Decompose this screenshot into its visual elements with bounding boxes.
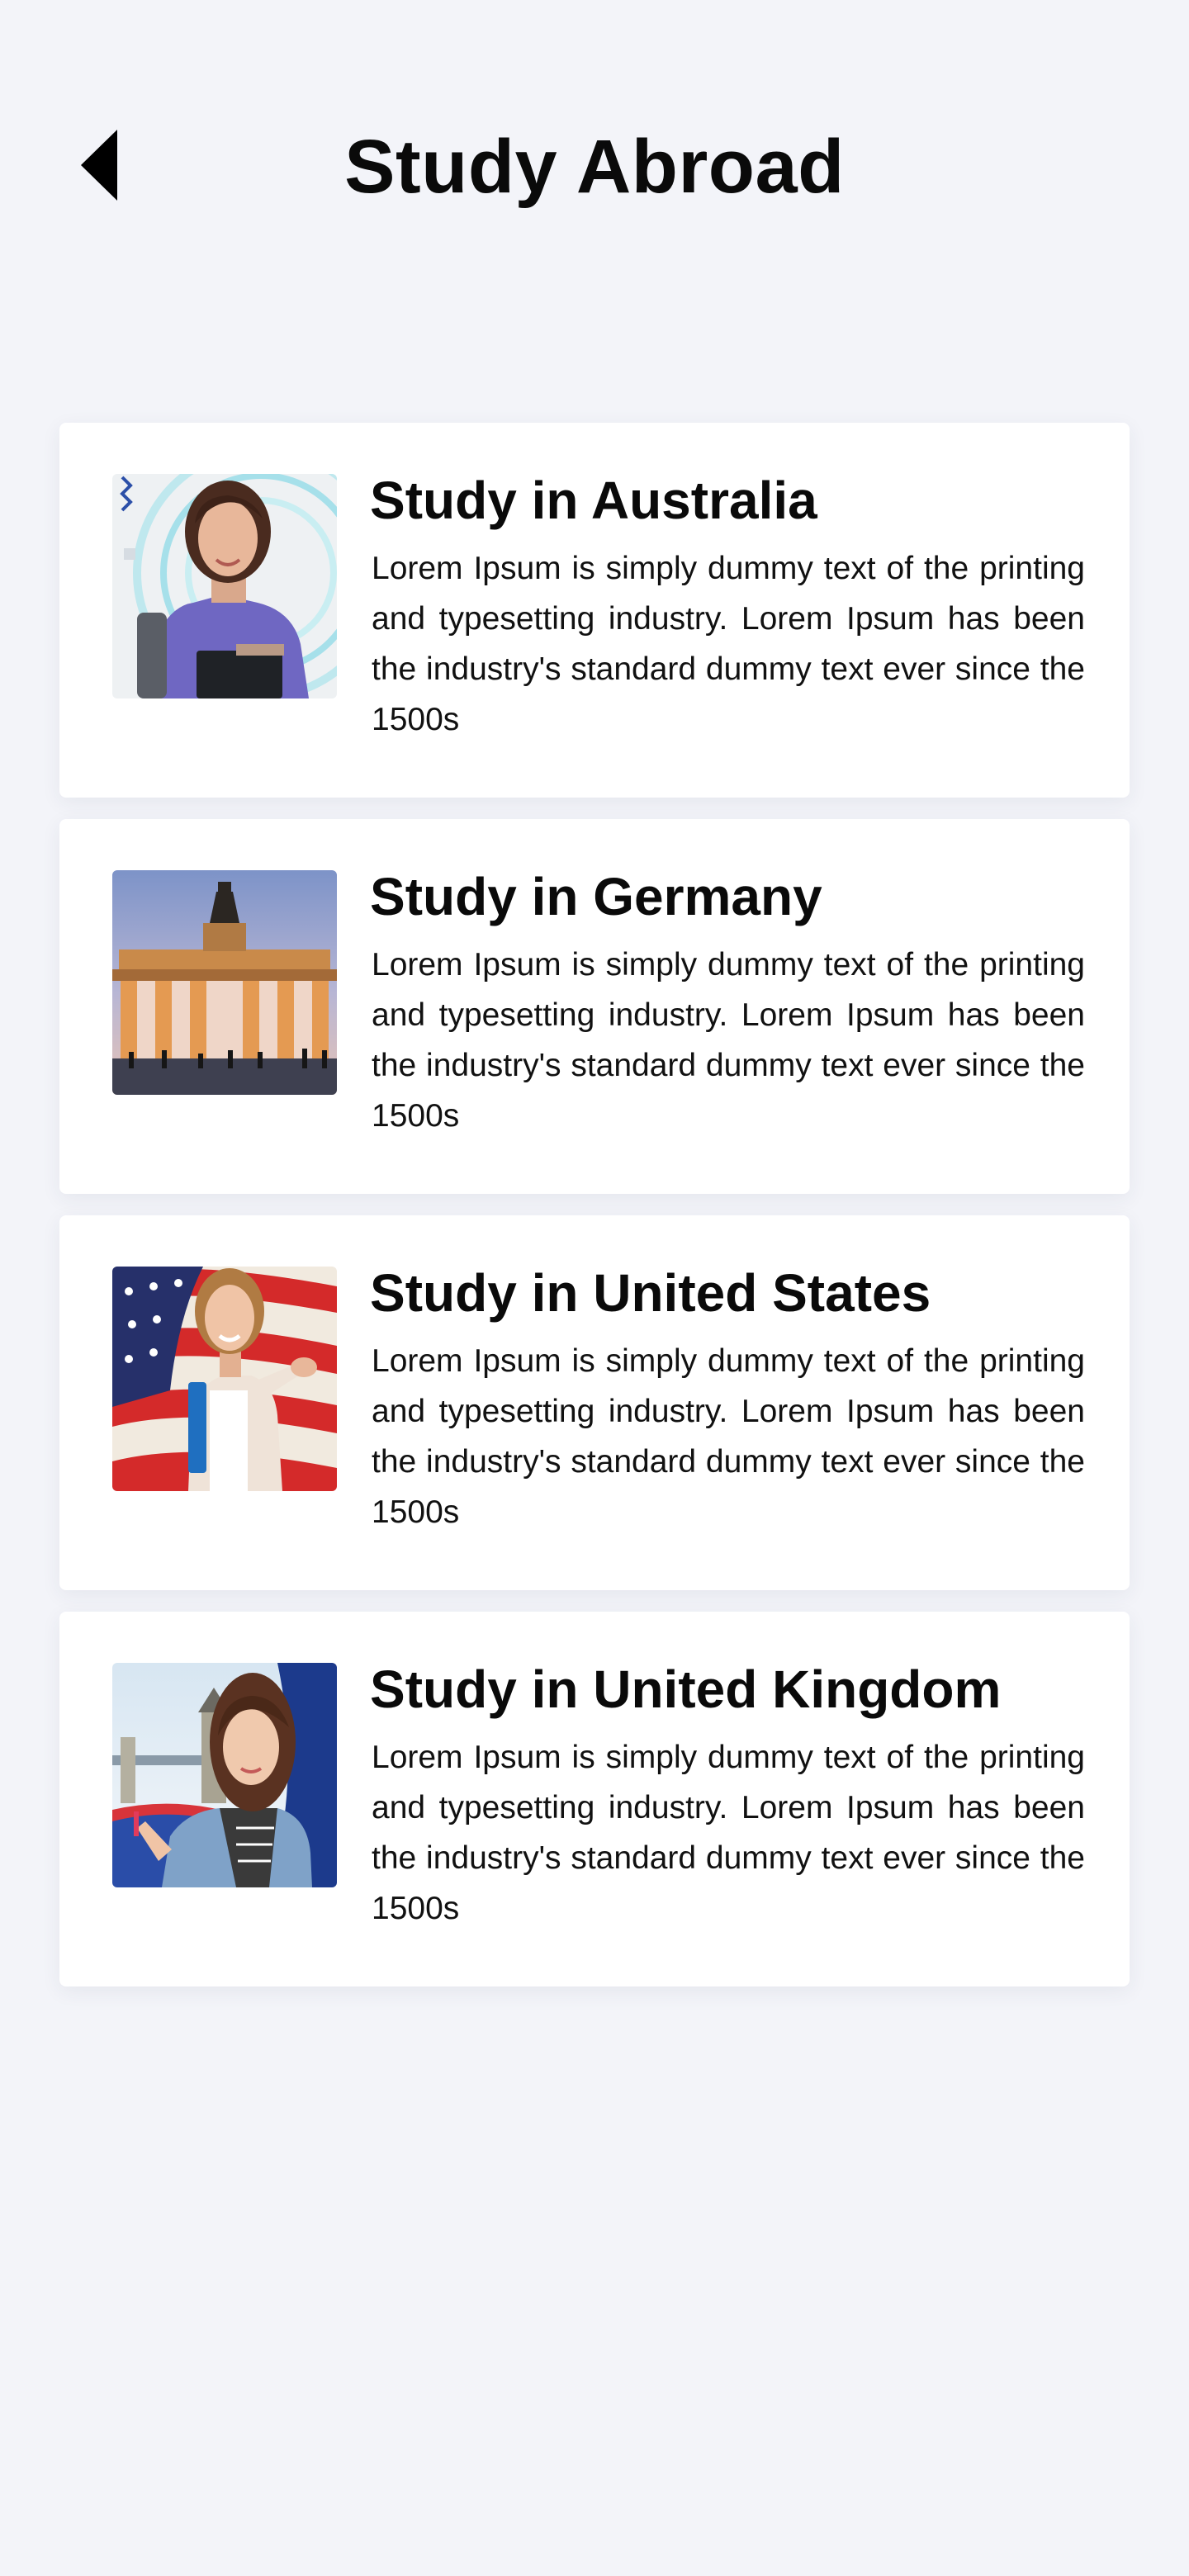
brandenburg-gate-photo [112,870,337,1095]
student-tower-bridge-photo [112,1663,337,1887]
header: Study Abroad [0,0,1189,330]
card-description: Lorem Ipsum is simply dummy text of the … [372,1343,1085,1530]
destination-card-australia[interactable]: Study in Australia Lorem Ipsum is simply… [59,423,1130,798]
destination-list: Study in Australia Lorem Ipsum is simply… [59,423,1130,2008]
destination-card-united-states[interactable]: Study in United States Lorem Ipsum is si… [59,1215,1130,1590]
card-title: Study in United Kingdom [370,1660,1002,1719]
card-description: Lorem Ipsum is simply dummy text of the … [372,947,1085,1134]
page-title: Study Abroad [344,125,845,209]
card-title: Study in United States [370,1263,931,1323]
card-title: Study in Germany [370,867,822,926]
card-description: Lorem Ipsum is simply dummy text of the … [372,1740,1085,1926]
destination-card-united-kingdom[interactable]: Study in United Kingdom Lorem Ipsum is s… [59,1612,1130,1986]
card-description: Lorem Ipsum is simply dummy text of the … [372,551,1085,737]
card-title: Study in Australia [370,471,817,530]
student-with-us-flag-photo [112,1267,337,1491]
student-with-books-photo [112,474,337,698]
destination-card-germany[interactable]: Study in Germany Lorem Ipsum is simply d… [59,819,1130,1194]
